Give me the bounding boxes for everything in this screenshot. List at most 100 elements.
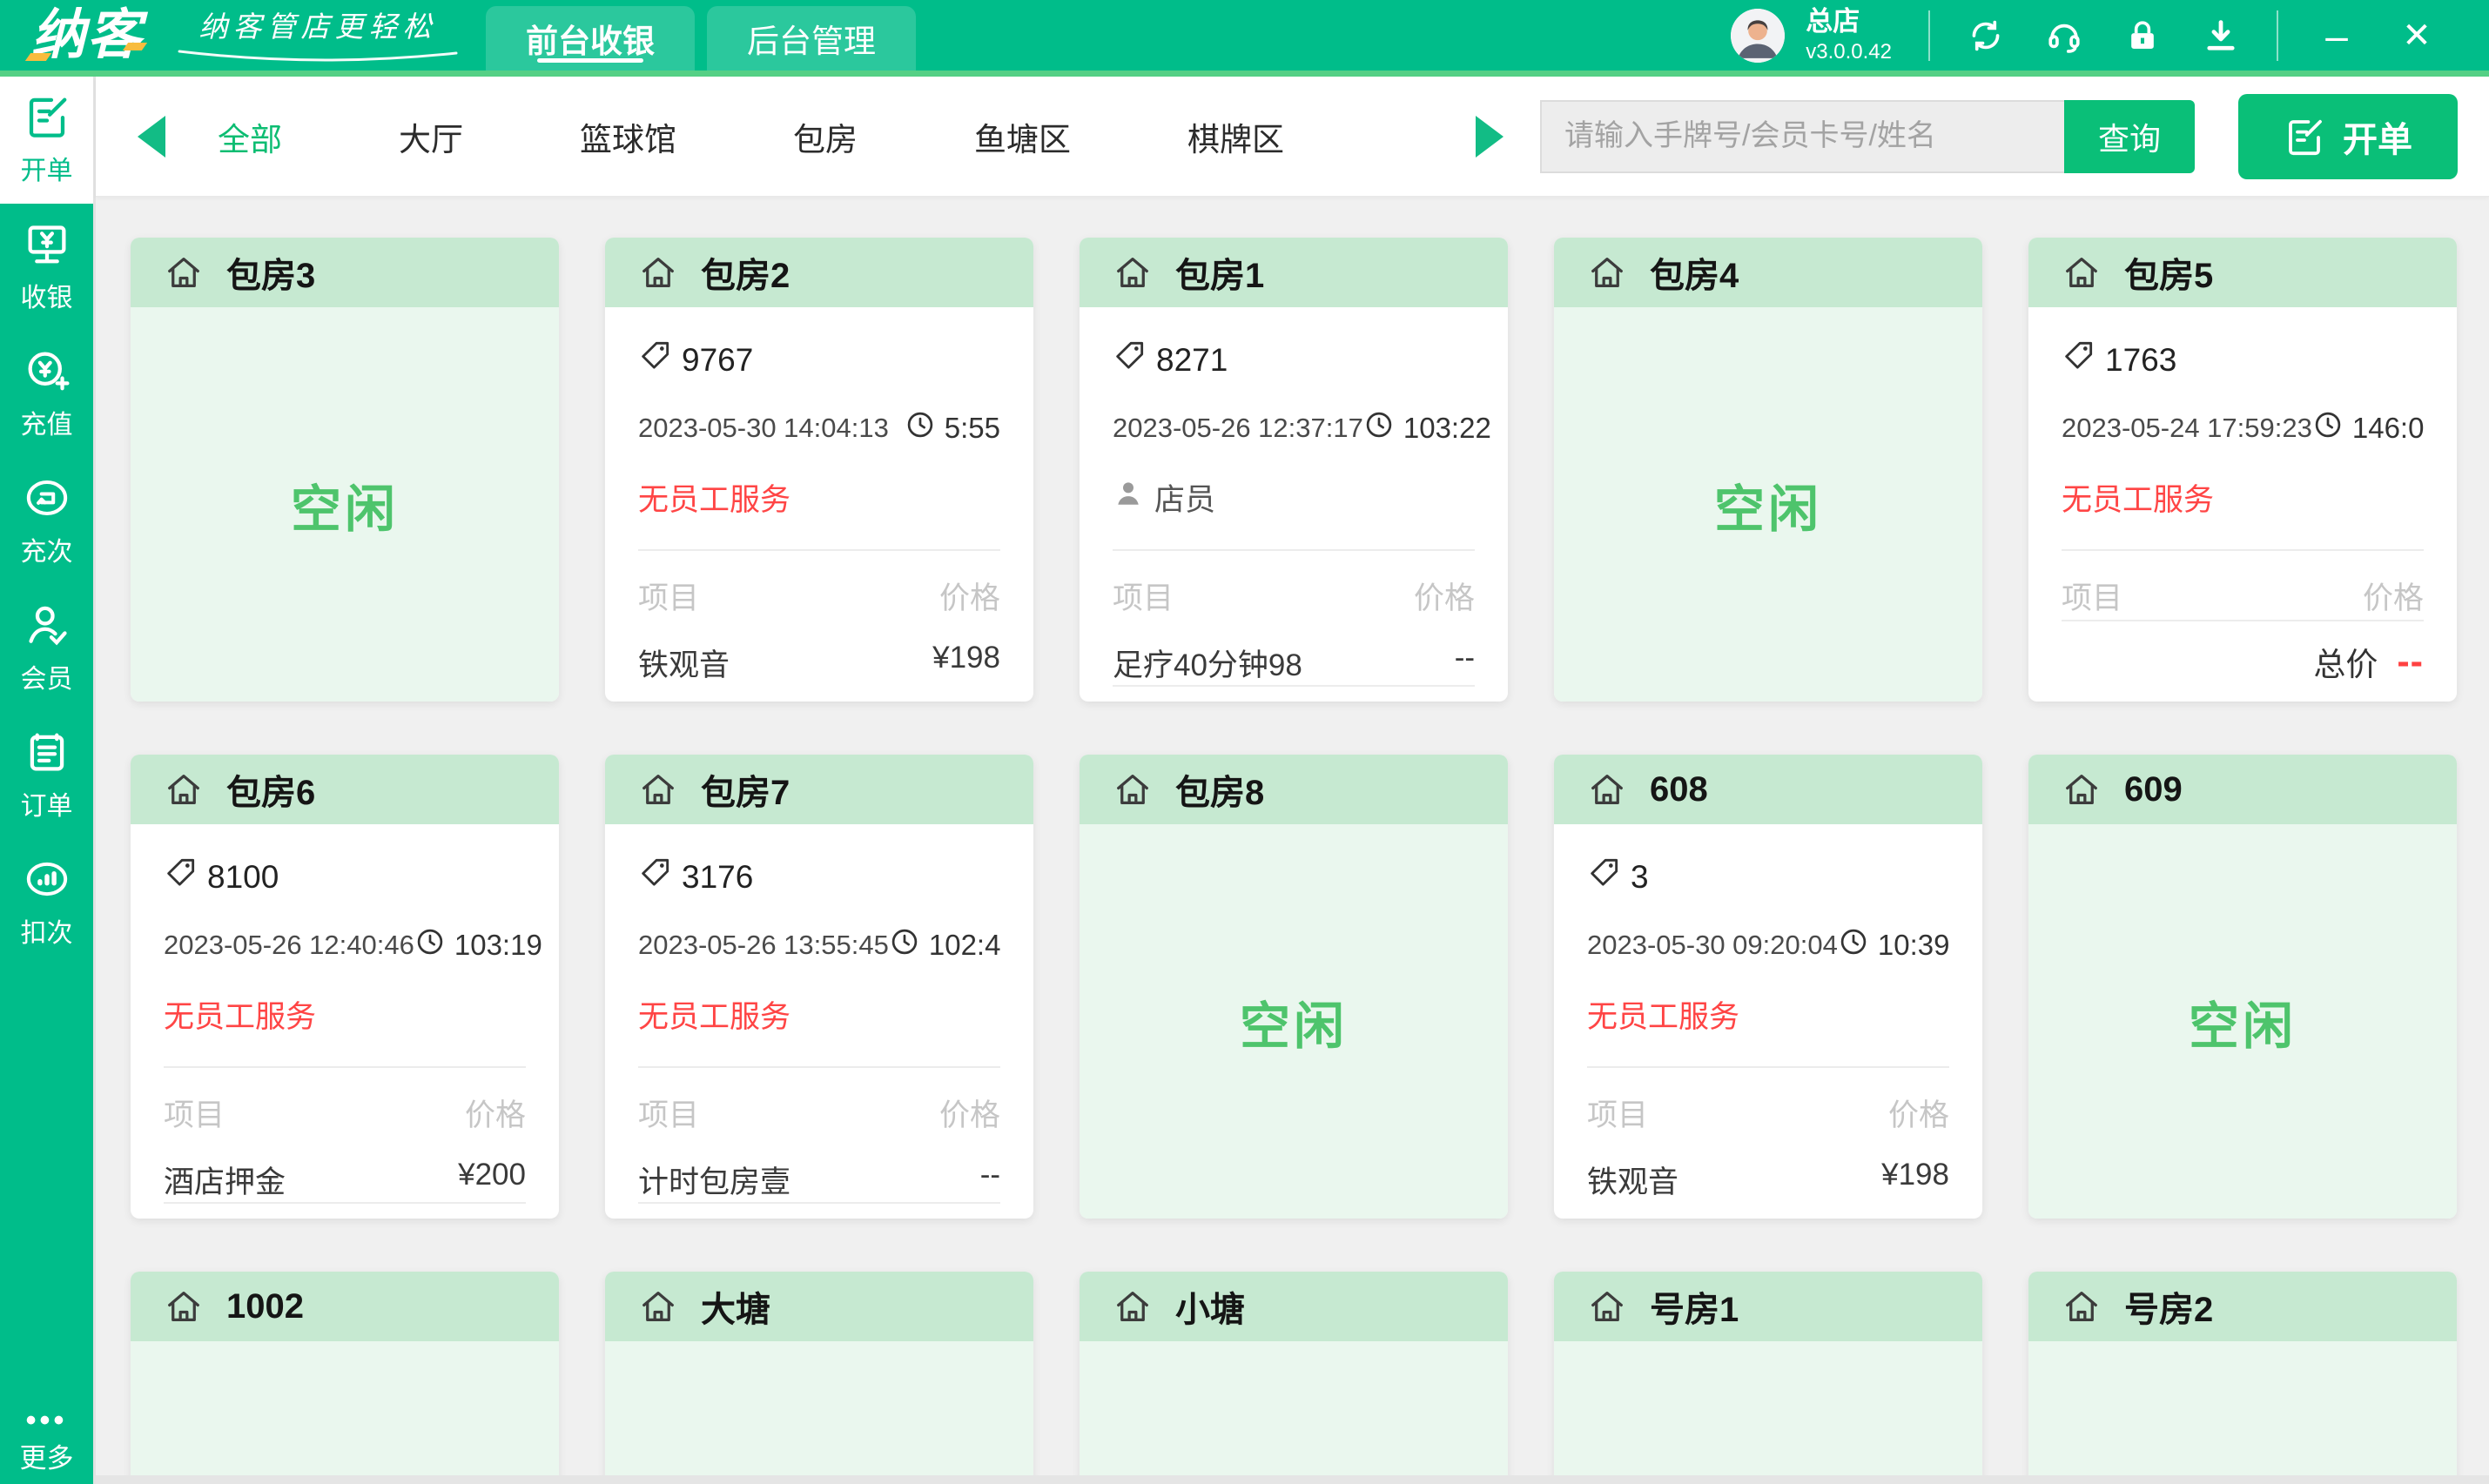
- sidebar-item-订单[interactable]: 订单: [0, 712, 93, 839]
- room-name: 包房6: [226, 764, 315, 815]
- duration: 146:0: [2312, 409, 2425, 447]
- room-name: 包房3: [226, 247, 315, 298]
- room-card[interactable]: 609空闲: [2028, 755, 2457, 1219]
- category-tab-1[interactable]: 大厅: [399, 113, 463, 160]
- sidebar-item-more[interactable]: ••• 更多: [0, 1380, 93, 1475]
- item-col-label: 项目: [2062, 574, 2122, 618]
- item-price: --: [1455, 641, 1475, 685]
- app-slogan-wrap: 纳客管店更轻松: [174, 3, 461, 64]
- room-card-body: 97672023-05-30 14:04:135:55无员工服务项目价格铁观音¥…: [605, 307, 1033, 702]
- item-col-label: 项目: [1113, 574, 1174, 618]
- room-card-grid: 包房3空闲包房297672023-05-30 14:04:135:55无员工服务…: [96, 197, 2489, 1484]
- item-price: ¥198: [1881, 1158, 1949, 1202]
- more-dots-icon: •••: [26, 1407, 68, 1434]
- room-card[interactable]: 包房182712023-05-26 12:37:17103:22店员项目价格足疗…: [1080, 238, 1508, 702]
- support-icon[interactable]: [2045, 17, 2083, 55]
- room-card-header: 小塘: [1080, 1272, 1508, 1341]
- room-card[interactable]: 小塘空闲: [1080, 1272, 1508, 1484]
- home-icon: [1113, 769, 1153, 809]
- hand-tag-row: 3176: [638, 856, 1000, 898]
- sidebar-item-label: 收银: [21, 276, 73, 314]
- recharge-icon: [24, 347, 71, 394]
- room-card[interactable]: 包房4空闲: [1554, 238, 1982, 702]
- nav-tab-1[interactable]: 后台管理: [707, 6, 916, 71]
- divider: [638, 549, 1000, 551]
- sidebar-item-充值[interactable]: 充值: [0, 331, 93, 458]
- category-tab-4[interactable]: 鱼塘区: [974, 113, 1071, 160]
- tag-icon: [638, 339, 673, 381]
- scroll-right-icon[interactable]: [1476, 116, 1503, 158]
- sidebar-item-label: 充值: [21, 403, 73, 441]
- sidebar-item-充次[interactable]: 充次: [0, 458, 93, 585]
- download-icon[interactable]: [2202, 17, 2240, 55]
- sync-icon[interactable]: [1967, 17, 2005, 55]
- room-name: 号房1: [1650, 1281, 1739, 1332]
- room-card-body: 空闲: [1554, 1341, 1982, 1484]
- room-card[interactable]: 60832023-05-30 09:20:0410:39无员工服务项目价格铁观音…: [1554, 755, 1982, 1219]
- room-card[interactable]: 号房1 空闲: [1554, 1272, 1982, 1484]
- topbar: 纳客 纳客管店更轻松 前台收银后台管理 总店 v3.0.0.42: [0, 0, 2489, 77]
- home-icon: [164, 1286, 204, 1326]
- sidebar-item-收银[interactable]: 收银: [0, 204, 93, 331]
- search-input[interactable]: [1540, 100, 2064, 173]
- total-row: 总价--: [2062, 621, 2424, 702]
- total-row: 总价--: [638, 1204, 1000, 1219]
- nav-tab-0[interactable]: 前台收银: [486, 6, 695, 71]
- lock-icon[interactable]: [2123, 17, 2162, 55]
- hand-tag-row: 9767: [638, 339, 1000, 381]
- divider: [1587, 1066, 1949, 1068]
- item-name: 计时包房壹: [638, 1158, 790, 1202]
- price-col-label: 价格: [939, 1091, 1000, 1135]
- room-card[interactable]: 1002空闲: [131, 1272, 559, 1484]
- sidebar-item-开单[interactable]: 开单: [0, 77, 93, 204]
- hand-tag-number: 3: [1631, 859, 1649, 896]
- home-icon: [1113, 1286, 1153, 1326]
- category-tab-2[interactable]: 篮球馆: [580, 113, 676, 160]
- category-tab-3[interactable]: 包房: [793, 113, 858, 160]
- sidebar-more-label: 更多: [20, 1436, 74, 1475]
- clock-icon: [905, 409, 936, 447]
- room-card[interactable]: 号房2空闲: [2028, 1272, 2457, 1484]
- room-card[interactable]: 包房681002023-05-26 12:40:46103:19无员工服务项目价…: [131, 755, 559, 1219]
- duration-value: 103:19: [454, 929, 542, 962]
- idle-status-label: 空闲: [2189, 985, 2297, 1058]
- open-time: 2023-05-30 14:04:13: [638, 413, 889, 444]
- open-bill-button[interactable]: 开单: [2238, 94, 2458, 179]
- divider: [2062, 549, 2424, 551]
- room-name: 大塘: [701, 1281, 770, 1332]
- price-col-label: 价格: [2363, 574, 2424, 618]
- category-tab-5[interactable]: 棋牌区: [1187, 113, 1284, 160]
- room-name: 608: [1650, 770, 1708, 809]
- item-name: 酒店押金: [164, 1158, 286, 1202]
- room-card-body: 31762023-05-26 13:55:45102:4无员工服务项目价格计时包…: [605, 824, 1033, 1219]
- close-button[interactable]: ✕: [2395, 18, 2439, 53]
- search-button[interactable]: 查询: [2064, 100, 2195, 173]
- minimize-button[interactable]: –: [2315, 16, 2358, 56]
- divider: [164, 1066, 526, 1068]
- room-card[interactable]: 包房517632023-05-24 17:59:23146:0无员工服务项目价格…: [2028, 238, 2457, 702]
- tag-icon: [164, 856, 198, 898]
- main-nav-tabs: 前台收银后台管理: [486, 0, 916, 71]
- room-card[interactable]: 包房3 空闲: [131, 238, 559, 702]
- divider: [638, 1066, 1000, 1068]
- sidebar-item-扣次[interactable]: 扣次: [0, 839, 93, 966]
- bill-icon: [2284, 116, 2325, 158]
- category-tab-0[interactable]: 全部: [218, 113, 282, 160]
- avatar[interactable]: [1731, 9, 1785, 63]
- room-card[interactable]: 包房297672023-05-30 14:04:135:55无员工服务项目价格铁…: [605, 238, 1033, 702]
- room-name: 号房2: [2124, 1281, 2213, 1332]
- duration: 5:55: [905, 409, 1000, 447]
- room-card[interactable]: 包房731762023-05-26 13:55:45102:4无员工服务项目价格…: [605, 755, 1033, 1219]
- sidebar: 开单收银充值充次会员订单扣次 ••• 更多: [0, 77, 93, 1484]
- open-time: 2023-05-24 17:59:23: [2062, 413, 2312, 444]
- open-time: 2023-05-26 13:55:45: [638, 930, 889, 961]
- room-card-header: 包房3: [131, 238, 559, 307]
- room-card[interactable]: 包房8空闲: [1080, 755, 1508, 1219]
- item-columns-header: 项目 价格: [2062, 574, 2424, 618]
- room-card[interactable]: 大塘空闲: [605, 1272, 1033, 1484]
- sidebar-item-会员[interactable]: 会员: [0, 585, 93, 712]
- room-card-body: 空闲: [131, 307, 559, 702]
- clock-icon: [889, 926, 920, 964]
- scroll-left-icon[interactable]: [138, 116, 165, 158]
- total-value: --: [2397, 641, 2424, 683]
